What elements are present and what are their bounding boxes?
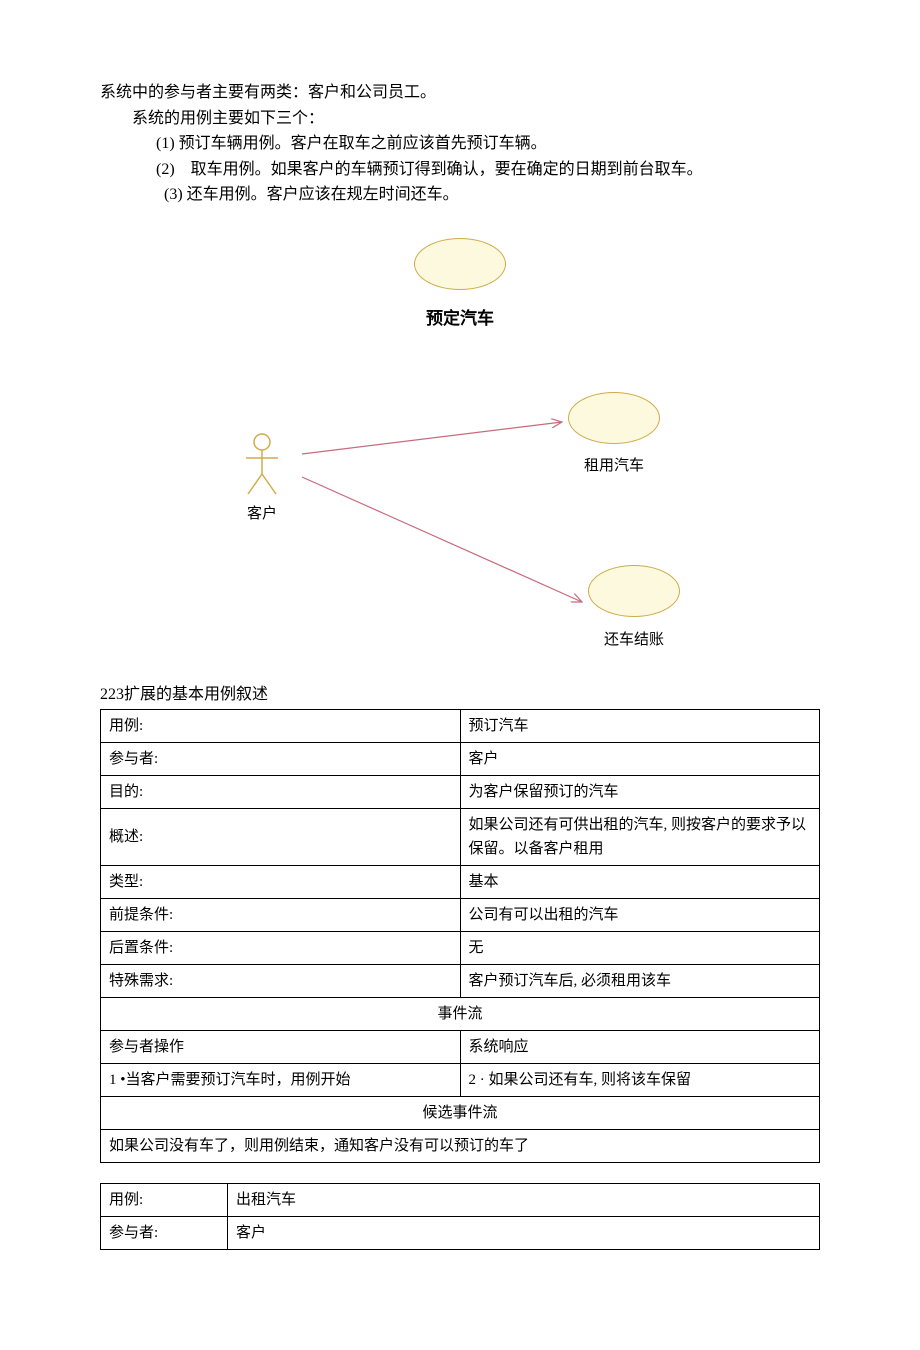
usecase-return-label: 还车结账 [588, 628, 680, 652]
usecase-table-1: 用例: 预订汽车 参与者: 客户 目的: 为客户保留预订的汽车 概述: 如果公司… [100, 709, 820, 1163]
usecase-ellipse-icon [588, 565, 680, 617]
table-row-header: 事件流 [101, 998, 820, 1031]
table-row: 用例: 预订汽车 [101, 710, 820, 743]
usecase-diagram: 客户 租用汽车 还车结账 [230, 392, 690, 652]
table-row: 1 •当客户需要预订汽车时，用例开始 2 · 如果公司还有车, 则将该车保留 [101, 1064, 820, 1097]
cell-label: 后置条件: [101, 932, 461, 965]
actor-stick-figure-icon [240, 432, 284, 502]
cell-label: 参与者: [101, 743, 461, 776]
flow-header: 事件流 [101, 998, 820, 1031]
cell-value: 无 [460, 932, 820, 965]
cell-value: 客户 [460, 743, 820, 776]
table-row: 特殊需求: 客户预订汽车后, 必须租用该车 [101, 965, 820, 998]
usecase-table-2: 用例: 出租汽车 参与者: 客户 [100, 1183, 820, 1250]
table-row: 参与者: 客户 [101, 743, 820, 776]
cell-label: 用例: [101, 710, 461, 743]
cell-value: 基本 [460, 866, 820, 899]
cell-label: 目的: [101, 776, 461, 809]
actor-icon-group: 客户 [240, 432, 284, 526]
intro-line-2: 系统的用例主要如下三个： [100, 106, 820, 132]
actor-op-cell: 1 •当客户需要预订汽车时，用例开始 [101, 1064, 461, 1097]
intro-item-2: (2) 取车用例。如果客户的车辆预订得到确认，要在确定的日期到前台取车。 [100, 157, 820, 183]
table-row-header: 候选事件流 [101, 1097, 820, 1130]
table-row: 如果公司没有车了，则用例结束，通知客户没有可以预订的车了 [101, 1130, 820, 1163]
cell-value: 出租汽车 [228, 1184, 820, 1217]
cell-label: 概述: [101, 809, 461, 866]
table-row: 概述: 如果公司还有可供出租的汽车, 则按客户的要求予以保留。以备客户租用 [101, 809, 820, 866]
cell-value: 客户预订汽车后, 必须租用该车 [460, 965, 820, 998]
table-row: 参与者: 客户 [101, 1217, 820, 1250]
cell-value: 公司有可以出租的汽车 [460, 899, 820, 932]
cell-label: 参与者: [101, 1217, 228, 1250]
cell-value: 预订汽车 [460, 710, 820, 743]
usecase-rent-label: 租用汽车 [568, 454, 660, 478]
sys-resp-cell: 2 · 如果公司还有车, 则将该车保留 [460, 1064, 820, 1097]
table-row: 用例: 出租汽车 [101, 1184, 820, 1217]
intro-item-3: (3) 还车用例。客户应该在规左时间还车。 [100, 182, 820, 208]
cell-label: 类型: [101, 866, 461, 899]
diagram-top: 预定汽车 [100, 238, 820, 332]
usecase-rent-group: 租用汽车 [568, 392, 660, 479]
intro-item-1: (1) 预订车辆用例。客户在取车之前应该首先预订车辆。 [100, 131, 820, 157]
usecase-return-group: 还车结账 [588, 565, 680, 652]
usecase-ellipse-icon [414, 238, 506, 290]
usecase-ellipse-icon [568, 392, 660, 444]
section-title: 223扩展的基本用例叙述 [100, 682, 820, 708]
alt-flow-header: 候选事件流 [101, 1097, 820, 1130]
actor-label: 客户 [240, 502, 284, 526]
intro-line-1: 系统中的参与者主要有两类：客户和公司员工。 [100, 80, 820, 106]
cell-value: 如果公司还有可供出租的汽车, 则按客户的要求予以保留。以备客户租用 [460, 809, 820, 866]
cell-label: 前提条件: [101, 899, 461, 932]
table-row: 目的: 为客户保留预订的汽车 [101, 776, 820, 809]
cell-value: 为客户保留预订的汽车 [460, 776, 820, 809]
table-row: 类型: 基本 [101, 866, 820, 899]
cell-label: 特殊需求: [101, 965, 461, 998]
cell-value: 客户 [228, 1217, 820, 1250]
table-row: 参与者操作 系统响应 [101, 1031, 820, 1064]
alt-flow-text: 如果公司没有车了，则用例结束，通知客户没有可以预订的车了 [101, 1130, 820, 1163]
sys-resp-header: 系统响应 [460, 1031, 820, 1064]
table-row: 前提条件: 公司有可以出租的汽车 [101, 899, 820, 932]
table-row: 后置条件: 无 [101, 932, 820, 965]
cell-label: 用例: [101, 1184, 228, 1217]
diagram-top-label: 预定汽车 [100, 305, 820, 332]
actor-op-header: 参与者操作 [101, 1031, 461, 1064]
